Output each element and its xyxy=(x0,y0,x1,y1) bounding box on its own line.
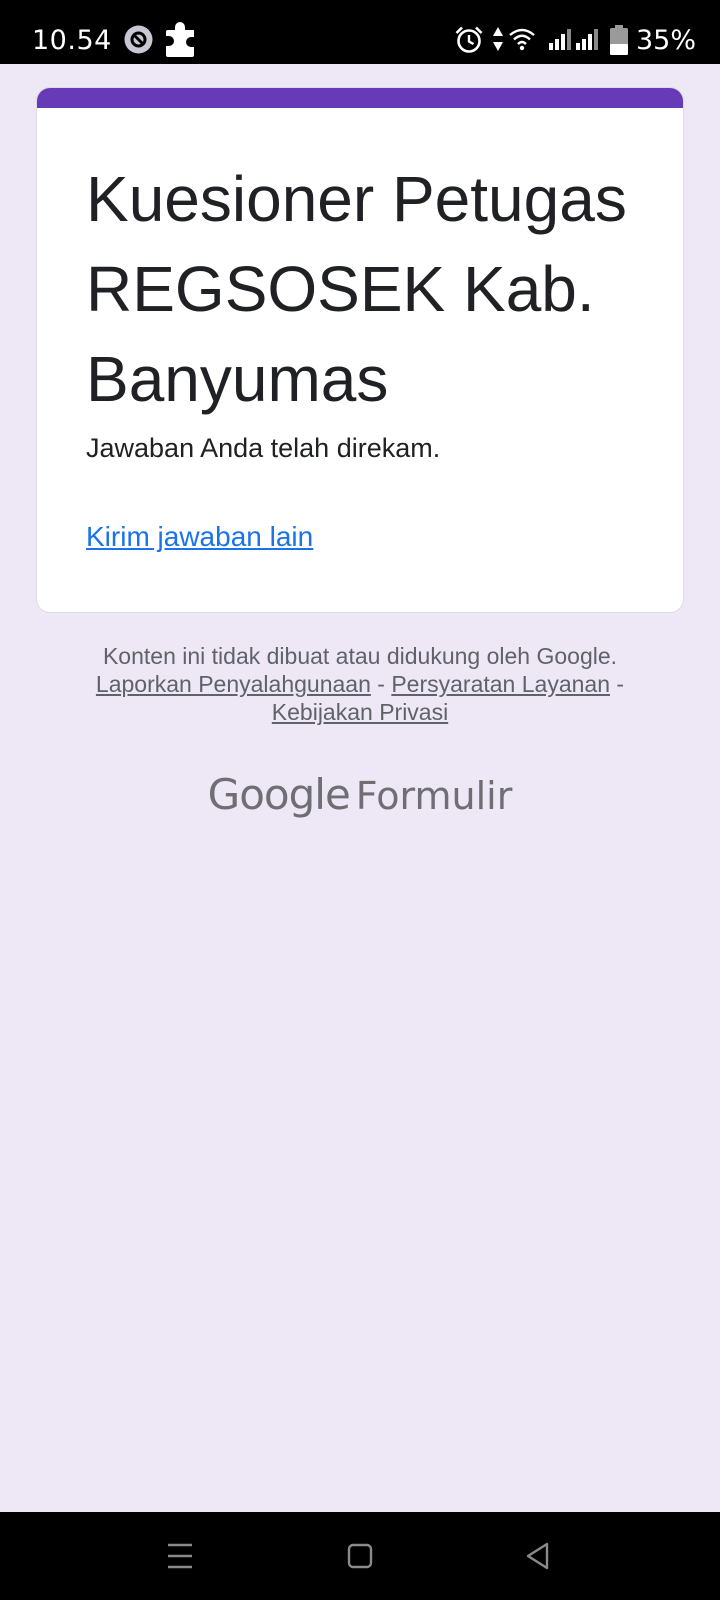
report-abuse-link[interactable]: Laporkan Penyalahgunaan xyxy=(96,671,371,697)
privacy-policy-link[interactable]: Kebijakan Privasi xyxy=(272,699,448,725)
battery-icon xyxy=(610,25,628,55)
puzzle-icon xyxy=(166,22,194,57)
footer-separator: - xyxy=(377,671,392,697)
battery-percentage: 35% xyxy=(636,25,697,56)
status-bar: 10.54 35% xyxy=(0,0,720,64)
footer-separator: - xyxy=(616,671,625,697)
back-triangle-icon[interactable] xyxy=(516,1534,560,1578)
data-saver-icon xyxy=(124,25,153,54)
navigation-bar xyxy=(0,1512,720,1600)
menu-icon[interactable] xyxy=(158,1534,202,1578)
home-square-icon[interactable] xyxy=(338,1534,382,1578)
google-forms-logo[interactable]: Google Formulir xyxy=(0,770,720,819)
confirmation-message: Jawaban Anda telah direkam. xyxy=(86,433,441,463)
signal-sim2-icon xyxy=(576,29,598,50)
wifi-icon xyxy=(509,28,535,51)
form-confirmation-card: Kuesioner Petugas REGSOSEK Kab. Banyumas… xyxy=(36,87,684,613)
logo-google-text: Google xyxy=(207,770,351,819)
terms-of-service-link[interactable]: Persyaratan Layanan xyxy=(391,671,610,697)
card-accent-bar xyxy=(37,88,683,108)
logo-product-text: Formulir xyxy=(355,774,513,818)
status-time: 10.54 xyxy=(32,25,112,56)
data-arrows-icon xyxy=(493,27,503,51)
footer-disclaimer: Konten ini tidak dibuat atau didukung ol… xyxy=(102,643,618,669)
footer-links-row: Laporkan Penyalahgunaan - Persyaratan La… xyxy=(0,670,720,698)
signal-sim1-icon xyxy=(549,29,571,50)
footer: Konten ini tidak dibuat atau didukung ol… xyxy=(0,642,720,726)
submit-another-response-link[interactable]: Kirim jawaban lain xyxy=(86,519,313,555)
alarm-icon xyxy=(455,26,483,53)
form-title: Kuesioner Petugas REGSOSEK Kab. Banyumas xyxy=(86,163,627,415)
footer-links-row-2: Kebijakan Privasi xyxy=(0,698,720,726)
